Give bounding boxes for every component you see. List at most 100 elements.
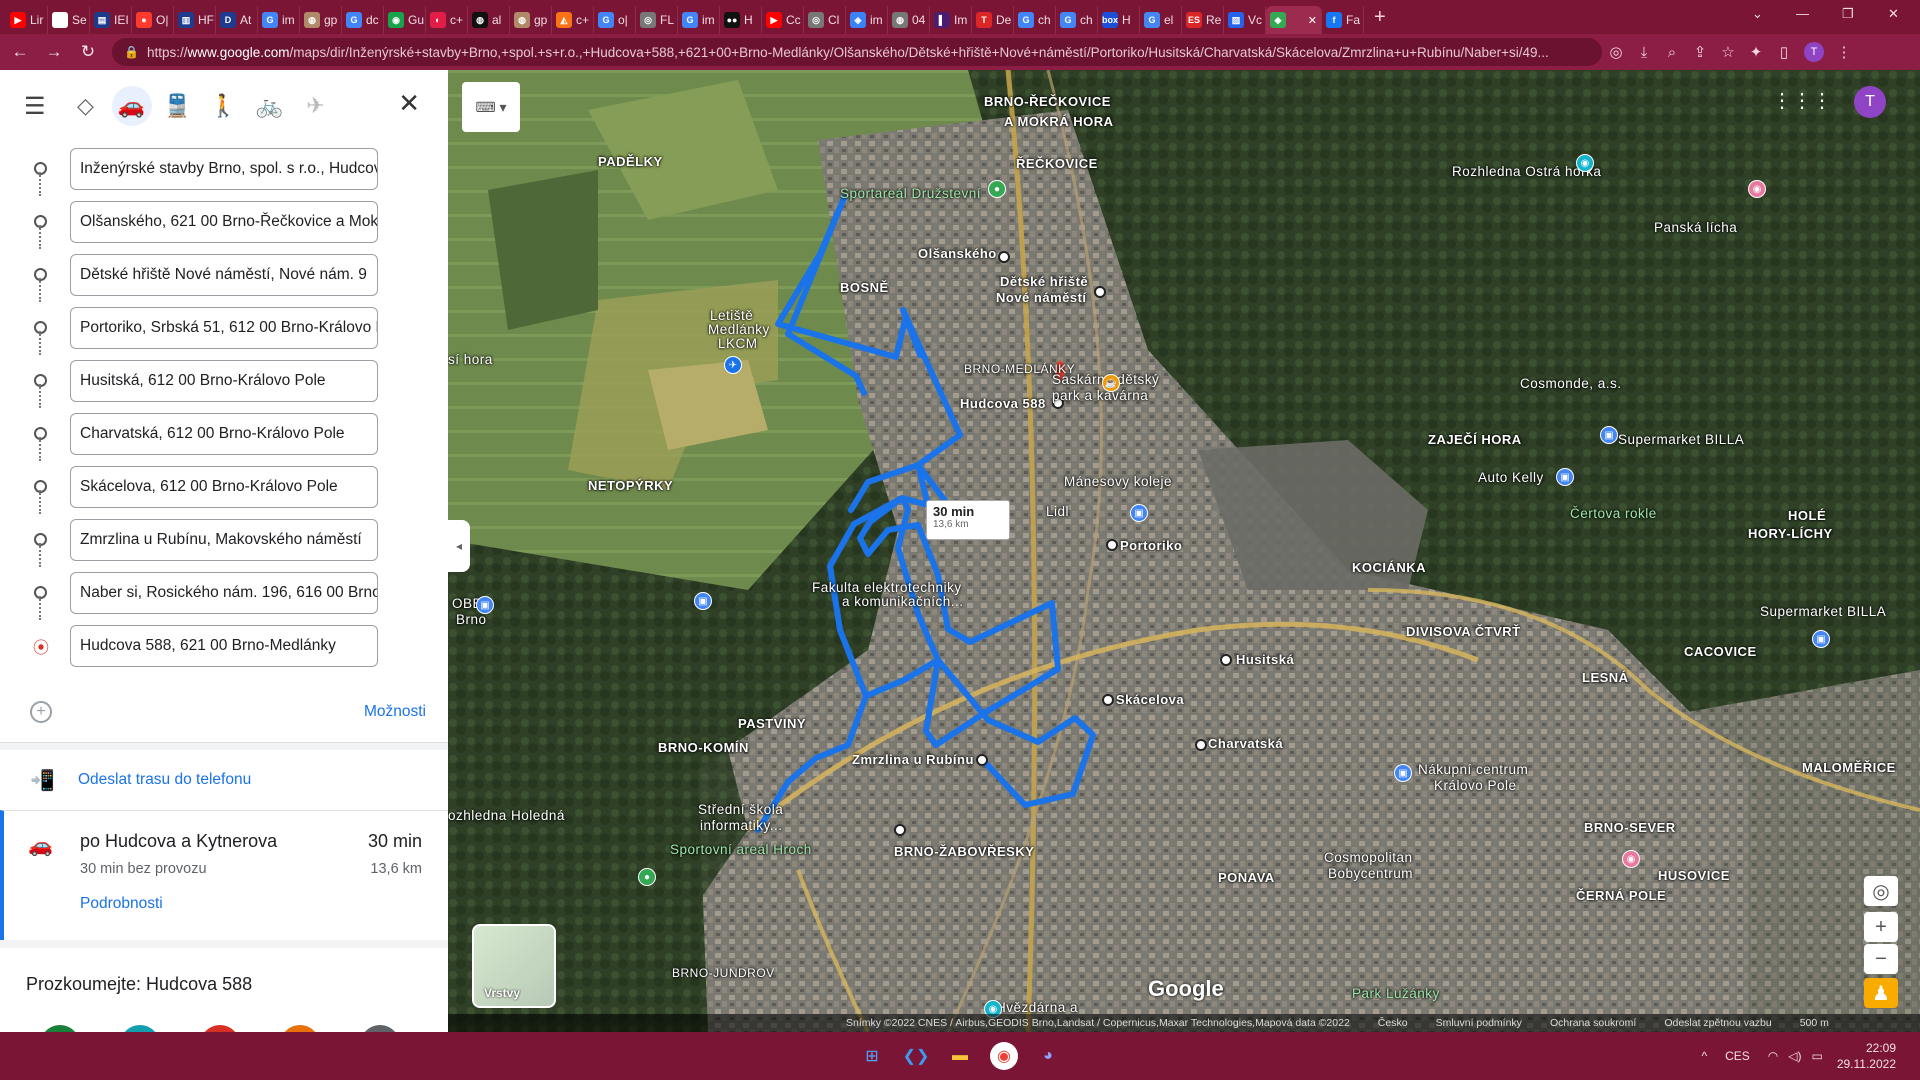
extensions-icon[interactable]: ✦	[1742, 43, 1770, 61]
poi-label[interactable]: Cosmonde, a.s.	[1520, 376, 1622, 391]
poi-label[interactable]: Sportareál Družstevní	[840, 186, 981, 201]
waypoint-input[interactable]: Portoriko, Srbská 51, 612 00 Brno-Králov…	[70, 306, 378, 349]
cafe-icon[interactable]: ☕	[1102, 374, 1120, 392]
poi-label[interactable]: Nákupní centrum	[1418, 762, 1528, 777]
add-stop-icon[interactable]: +	[30, 701, 52, 723]
browser-tab[interactable]: ◍ al	[468, 6, 510, 34]
browser-tab[interactable]: ▣ Se	[48, 6, 90, 34]
browser-tab[interactable]: ▨ Vc	[1224, 6, 1266, 34]
restore-icon[interactable]: ❐	[1842, 6, 1854, 22]
close-tab-icon[interactable]: ✕	[1308, 14, 1317, 27]
hamburger-menu-icon[interactable]: ☰	[24, 92, 46, 121]
waypoint-input[interactable]: Zmrzlina u Rubínu, Makovského náměstí	[70, 518, 378, 561]
zoom-in-icon[interactable]: +	[1864, 912, 1898, 942]
browser-tab[interactable]: ES Re	[1182, 6, 1224, 34]
send-to-phone-button[interactable]: 📲 Odeslat trasu do telefonu	[0, 750, 448, 810]
language-indicator[interactable]: CES	[1725, 1049, 1750, 1063]
browser-tab[interactable]: ◉ Gu	[384, 6, 426, 34]
poi-label[interactable]: informatiky...	[700, 818, 783, 833]
poi-label[interactable]: Panská lícha	[1654, 220, 1737, 235]
park-icon[interactable]: ●	[988, 180, 1006, 198]
reload-icon[interactable]: ↻	[74, 42, 102, 62]
back-icon[interactable]: ←	[6, 42, 34, 62]
route-option-card[interactable]: 🚗 po Hudcova a Kytnerova 30 min 30 min b…	[0, 810, 448, 940]
menu-kebab-icon[interactable]: ⋮	[1830, 43, 1858, 61]
browser-tab[interactable]: f Fa	[1322, 6, 1364, 34]
profile-avatar[interactable]: T	[1804, 42, 1824, 62]
layers-button[interactable]: Vrstvy	[472, 924, 556, 1008]
browser-tab[interactable]: ◆ ✕	[1266, 6, 1322, 34]
zoom-icon[interactable]: ⌕	[1658, 44, 1686, 61]
supermarket-icon[interactable]: ▣	[1812, 630, 1830, 648]
poi-label[interactable]: Letiště	[710, 308, 753, 323]
poi-label[interactable]: Sportovní areál Hroch	[670, 842, 812, 857]
vscode-icon[interactable]: ❮❯	[902, 1042, 930, 1070]
browser-tab[interactable]: Gdc	[342, 6, 384, 34]
route-details-link[interactable]: Podrobnosti	[80, 895, 163, 913]
browser-tab[interactable]: T De	[972, 6, 1014, 34]
file-explorer-icon[interactable]: ▬	[946, 1042, 974, 1070]
browser-tab[interactable]: ◎ FL	[636, 6, 678, 34]
browser-tab[interactable]: ▤ IEI	[90, 6, 132, 34]
browser-tab[interactable]: Gim	[258, 6, 300, 34]
waypoint-input[interactable]: Naber si, Rosického nám. 196, 616 00 Brn…	[70, 571, 378, 614]
google-lens-icon[interactable]: ◎	[1602, 43, 1630, 61]
browser-tab[interactable]: Gch	[1056, 6, 1098, 34]
waypoint-input[interactable]: Dětské hřiště Nové náměstí, Nové nám. 9	[70, 253, 378, 296]
poi-label[interactable]: Čertova rokle	[1570, 506, 1657, 521]
close-window-icon[interactable]: ✕	[1888, 6, 1899, 22]
url-bar[interactable]: 🔒 https://www.google.com/maps/dir/Inžený…	[112, 38, 1602, 66]
poi-label[interactable]: a komunikačních...	[842, 594, 964, 609]
supermarket-icon[interactable]: ▣	[1600, 426, 1618, 444]
poi-label[interactable]: Královo Pole	[1434, 778, 1517, 793]
account-avatar[interactable]: T	[1854, 86, 1886, 118]
attribution-item[interactable]: 500 m	[1800, 1017, 1829, 1029]
transit-mode-icon[interactable]: 🚆	[158, 86, 198, 126]
poi-label[interactable]: Medlánky	[708, 322, 770, 337]
waypoint-input[interactable]: Skácelova, 612 00 Brno-Královo Pole	[70, 465, 378, 508]
poi-label[interactable]: park a kavárna	[1052, 388, 1148, 403]
pegman-icon[interactable]: ♟	[1864, 978, 1898, 1008]
poi-label[interactable]: Supermarket BILLA	[1760, 604, 1886, 619]
waypoint-input[interactable]: Olšanského, 621 00 Brno-Řečkovice a Mokr…	[70, 200, 378, 243]
shopping-icon[interactable]: ▣	[1130, 504, 1148, 522]
poi-label[interactable]: Auto Kelly	[1478, 470, 1544, 485]
browser-tab[interactable]: Gim	[678, 6, 720, 34]
shopping-icon[interactable]: ▣	[694, 592, 712, 610]
poi-label[interactable]: ozhledna Holedná	[448, 808, 565, 823]
share-icon[interactable]: ⇪	[1686, 43, 1714, 61]
bookmark-star-icon[interactable]: ☆	[1714, 43, 1742, 61]
poi-label[interactable]: Supermarket BILLA	[1618, 432, 1744, 447]
browser-tab[interactable]: ◍ gp	[510, 6, 552, 34]
poi-label[interactable]: Střední škola	[698, 802, 783, 817]
stadium-icon[interactable]: ◉	[1622, 850, 1640, 868]
flight-mode-icon[interactable]: ✈	[296, 86, 336, 126]
poi-label[interactable]: Hvězdárna a	[996, 1000, 1078, 1015]
poi-label[interactable]: Lidl	[1046, 504, 1069, 519]
driving-mode-icon[interactable]: 🚗	[111, 86, 152, 126]
browser-tab[interactable]: ◍ 04	[888, 6, 930, 34]
sidepanel-icon[interactable]: ▯	[1770, 43, 1798, 61]
new-tab-icon[interactable]: +	[1374, 6, 1398, 29]
wifi-icon[interactable]: ◠	[1768, 1049, 1778, 1063]
waypoint-input[interactable]: Hudcova 588, 621 00 Brno-Medlánky	[70, 624, 378, 667]
minimize-icon[interactable]: —	[1796, 6, 1809, 21]
waypoint-input[interactable]: Inženýrské stavby Brno, spol. s r.o., Hu…	[70, 147, 378, 190]
cycling-mode-icon[interactable]: 🚲	[250, 86, 290, 126]
discord-icon[interactable]: ◕	[1034, 1042, 1062, 1070]
browser-tab[interactable]: ▥ HF	[174, 6, 216, 34]
browser-tab[interactable]: ▌ Im	[930, 6, 972, 34]
poi-label[interactable]: Bobycentrum	[1328, 866, 1413, 881]
lock-icon[interactable]: 🔒	[124, 45, 139, 59]
attribution-item[interactable]: Česko	[1378, 1017, 1408, 1029]
windows-start-icon[interactable]: ⊞	[858, 1042, 886, 1070]
poi-label[interactable]: sí hora	[448, 352, 493, 367]
car-shop-icon[interactable]: ▣	[1556, 468, 1574, 486]
sports-icon[interactable]: ●	[638, 868, 656, 886]
browser-tab[interactable]: ▶ Cc	[762, 6, 804, 34]
walking-mode-icon[interactable]: 🚶	[204, 86, 244, 126]
attribution-item[interactable]: Odeslat zpětnou vazbu	[1664, 1017, 1771, 1029]
browser-tab[interactable]: ● O|	[132, 6, 174, 34]
browser-tab[interactable]: Gch	[1014, 6, 1056, 34]
poi-label[interactable]: Park Lužánky	[1352, 986, 1440, 1001]
